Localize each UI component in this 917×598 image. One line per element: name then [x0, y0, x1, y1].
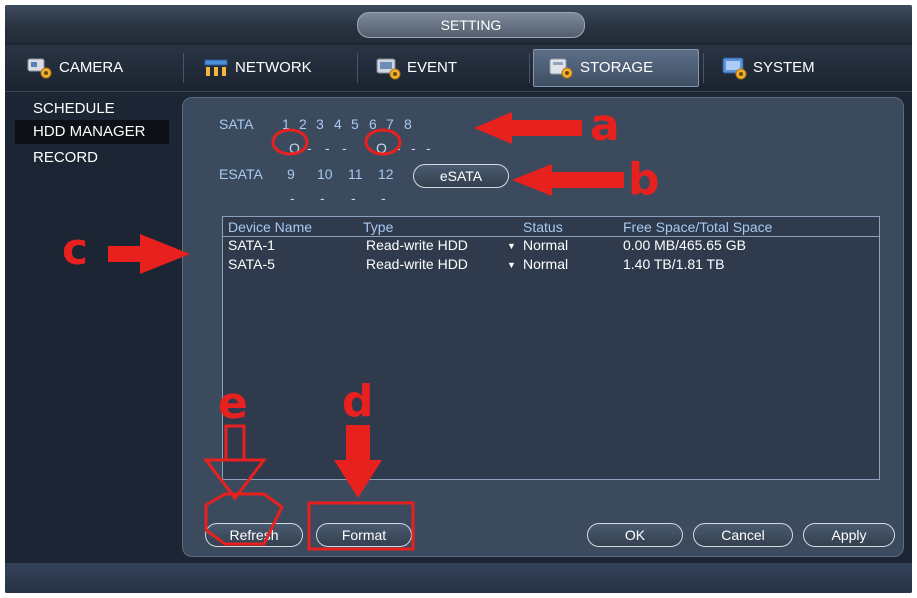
esata-port-number: 12 [378, 166, 394, 182]
tab-camera-label: CAMERA [59, 59, 124, 76]
sata-port-state: - [426, 140, 431, 156]
tab-divider [529, 53, 530, 83]
tab-system[interactable]: SYSTEM [707, 49, 873, 87]
title-bar: SETTING [5, 5, 912, 43]
annotation-letter-e: e [218, 378, 248, 429]
column-header-device-name[interactable]: Device Name [228, 219, 312, 235]
sata-port-state: - [342, 140, 347, 156]
cancel-button[interactable]: Cancel [693, 523, 793, 547]
tab-event-label: EVENT [407, 59, 458, 76]
chevron-down-icon[interactable]: ▼ [507, 260, 516, 270]
esata-port-state: - [351, 190, 356, 206]
sata-port-state: O [376, 140, 387, 156]
sata-port-number: 4 [334, 116, 342, 132]
esata-port-number: 11 [348, 166, 363, 182]
system-monitor-icon [722, 57, 747, 80]
sata-port-state: - [325, 140, 330, 156]
sidebar-item-hdd-manager[interactable]: HDD MANAGER [15, 120, 169, 144]
status-cell: Normal [523, 256, 569, 272]
tab-event[interactable]: EVENT [361, 49, 527, 87]
sata-port-number: 2 [299, 116, 307, 132]
storage-gear-icon [549, 58, 573, 79]
esata-port-number: 9 [287, 166, 295, 182]
tab-storage-label: STORAGE [580, 59, 654, 76]
chevron-down-icon[interactable]: ▼ [507, 241, 516, 251]
annotation-letter-d: d [342, 376, 374, 427]
esata-port-state: - [320, 190, 325, 206]
sata-port-number: 7 [386, 116, 394, 132]
tab-divider [183, 53, 184, 83]
type-cell[interactable]: Read-write HDD [366, 256, 468, 272]
sata-port-number: 3 [316, 116, 324, 132]
esata-label: ESATA [219, 166, 263, 182]
dvr-screen: SETTING CAMERA NETWORK EVENT STORAGE SYS… [5, 5, 912, 593]
sata-port-number: 5 [351, 116, 359, 132]
device-name-cell: SATA-5 [228, 256, 275, 272]
ok-button[interactable]: OK [587, 523, 683, 547]
tab-bar: CAMERA NETWORK EVENT STORAGE SYSTEM [5, 45, 912, 92]
status-bar [5, 563, 912, 593]
sata-port-state: - [307, 140, 312, 156]
tab-storage[interactable]: STORAGE [533, 49, 699, 87]
sata-port-state: - [396, 140, 401, 156]
sata-port-state: - [411, 140, 416, 156]
annotation-letter-b: b [628, 154, 660, 205]
annotation-letter-c: c [62, 224, 89, 275]
esata-port-state: - [290, 190, 295, 206]
tab-divider [357, 53, 358, 83]
esata-button[interactable]: eSATA [413, 164, 509, 188]
event-icon [376, 58, 401, 80]
tab-divider [703, 53, 704, 83]
space-cell: 0.00 MB/465.65 GB [623, 237, 746, 253]
sata-port-state: O [289, 140, 300, 156]
status-cell: Normal [523, 237, 569, 253]
tab-camera[interactable]: CAMERA [13, 49, 179, 87]
network-icon [204, 59, 228, 76]
tab-network-label: NETWORK [235, 59, 312, 76]
sata-label: SATA [219, 116, 254, 132]
annotation-letter-a: a [590, 100, 620, 151]
refresh-button[interactable]: Refresh [205, 523, 303, 547]
camera-gear-icon [27, 58, 52, 79]
tab-system-label: SYSTEM [753, 59, 815, 76]
column-header-type[interactable]: Type [363, 219, 393, 235]
sata-port-number: 8 [404, 116, 412, 132]
sata-port-number: 1 [282, 116, 290, 132]
column-header-status[interactable]: Status [523, 219, 563, 235]
sata-port-number: 6 [369, 116, 377, 132]
esata-port-number: 10 [317, 166, 333, 182]
esata-port-state: - [381, 190, 386, 206]
space-cell: 1.40 TB/1.81 TB [623, 256, 725, 272]
window-title: SETTING [357, 12, 585, 38]
device-name-cell: SATA-1 [228, 237, 275, 253]
type-cell[interactable]: Read-write HDD [366, 237, 468, 253]
format-button[interactable]: Format [316, 523, 412, 547]
tab-network[interactable]: NETWORK [189, 49, 355, 87]
column-header-free-space[interactable]: Free Space/Total Space [623, 219, 772, 235]
sidebar-item-record[interactable]: RECORD [15, 146, 169, 170]
sidebar-item-schedule[interactable]: SCHEDULE [15, 97, 169, 121]
apply-button[interactable]: Apply [803, 523, 895, 547]
hdd-manager-panel: SATA 1 2 3 4 5 6 7 8 O - - - O - - - ESA… [182, 97, 904, 557]
hdd-device-table: Device Name Type Status Free Space/Total… [222, 216, 880, 480]
